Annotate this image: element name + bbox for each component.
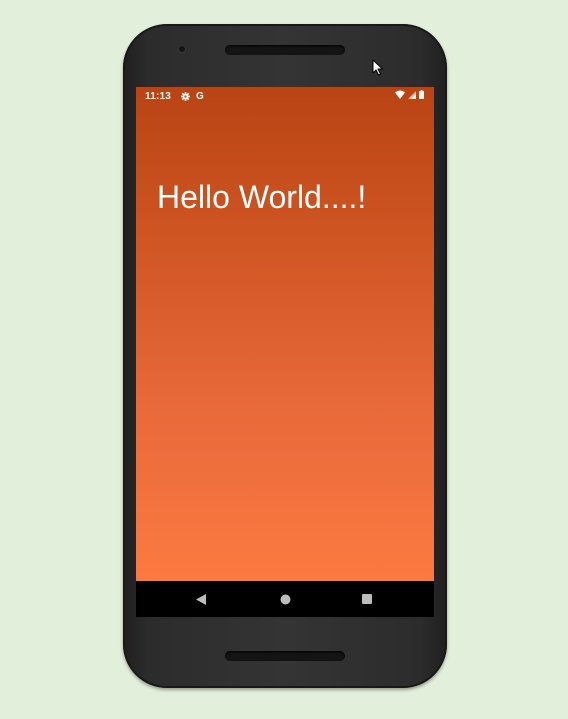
app-content-area: 11:13 G Hello World....! <box>136 87 434 581</box>
cellular-signal-icon <box>408 90 416 102</box>
device-screen: 11:13 G Hello World....! <box>136 87 434 617</box>
home-icon[interactable] <box>275 589 295 609</box>
front-camera <box>178 45 186 53</box>
settings-gear-icon <box>181 91 191 101</box>
hello-world-text: Hello World....! <box>157 179 367 215</box>
mouse-cursor-icon <box>372 59 384 81</box>
status-time: 11:13 <box>145 90 172 102</box>
wifi-icon <box>395 90 405 102</box>
top-speaker-grille <box>225 45 345 55</box>
navigation-bar <box>136 581 434 617</box>
bottom-speaker-grille <box>225 651 345 661</box>
google-g-icon: G <box>196 90 204 102</box>
battery-icon <box>419 90 424 102</box>
status-bar: 11:13 G <box>136 87 434 105</box>
recents-icon[interactable] <box>357 589 377 609</box>
back-icon[interactable] <box>191 589 211 609</box>
phone-device-frame: 11:13 G Hello World....! <box>123 24 447 688</box>
status-indicators <box>395 90 424 102</box>
